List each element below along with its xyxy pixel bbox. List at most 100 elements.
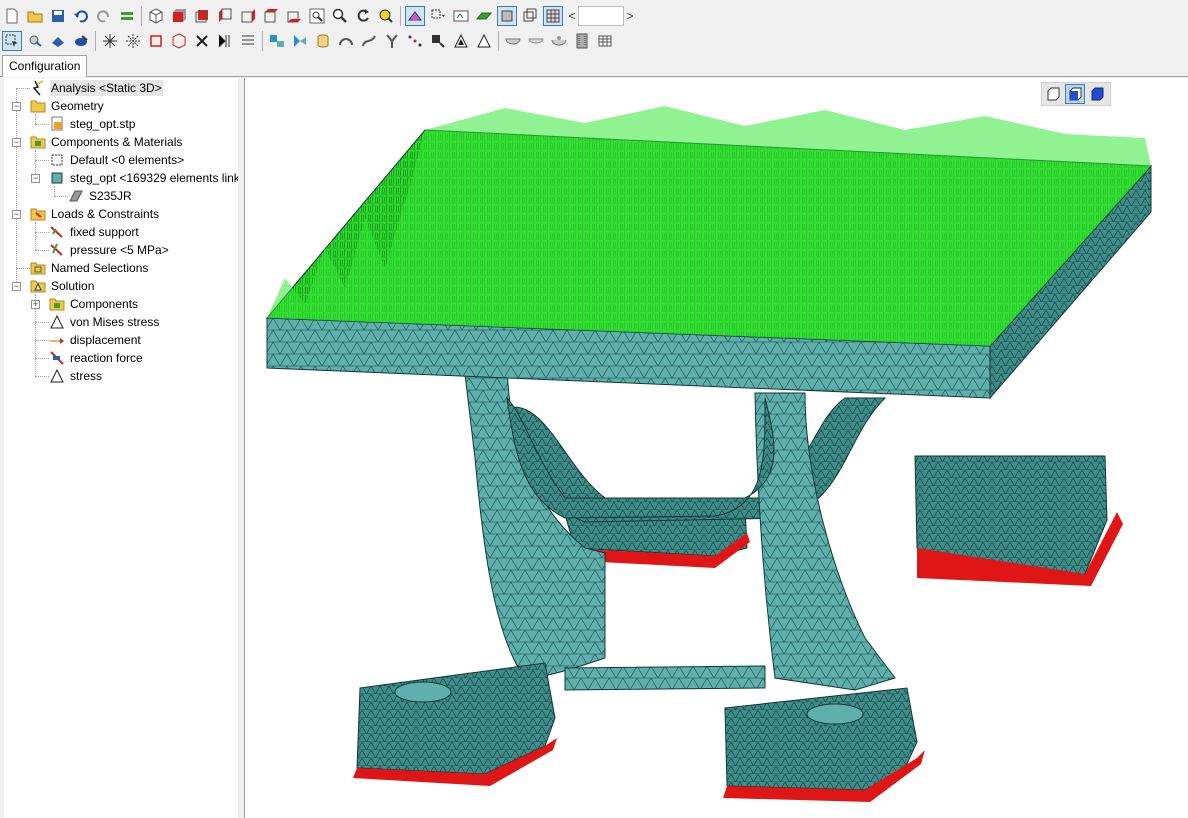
tree-label: displacement [70, 333, 141, 347]
pick-body-icon[interactable] [71, 31, 91, 51]
shaded-icon[interactable] [497, 6, 517, 26]
viewport-3d[interactable] [244, 78, 1188, 818]
film-icon[interactable] [572, 31, 592, 51]
tree-line [35, 322, 49, 323]
new-file-icon[interactable] [2, 6, 22, 26]
tree-item-fixed-support[interactable]: fixed support [49, 223, 140, 241]
select-pointer-icon[interactable] [2, 31, 22, 51]
cylinder-icon[interactable] [313, 31, 333, 51]
rectangle-icon[interactable] [146, 31, 166, 51]
view-right-icon[interactable] [238, 6, 258, 26]
cut-icon[interactable] [290, 31, 310, 51]
expander-solution-components[interactable]: + [31, 300, 40, 309]
arc-icon[interactable] [336, 31, 356, 51]
reaction-force-icon [49, 350, 65, 366]
front-crossbeam [564, 665, 766, 691]
open-folder-icon[interactable] [25, 6, 45, 26]
view-left-icon[interactable] [215, 6, 235, 26]
dish-icon[interactable] [526, 31, 546, 51]
tree-item-stress[interactable]: stress [49, 367, 103, 385]
tree-item-analysis[interactable]: Analysis <Static 3D> [30, 79, 163, 97]
fixed-icon[interactable] [428, 31, 448, 51]
view-back-icon[interactable] [192, 6, 212, 26]
tree-item-solution[interactable]: Solution [30, 277, 95, 295]
merge-icon[interactable] [215, 31, 235, 51]
front-right-bolt-hole [806, 703, 864, 725]
tree-item-components[interactable]: Components & Materials [30, 133, 183, 151]
tree-line [35, 358, 49, 359]
separator [95, 31, 96, 51]
component-outline-icon [49, 152, 65, 168]
tree-item-von-mises[interactable]: von Mises stress [49, 313, 160, 331]
view-iso-icon[interactable] [146, 6, 166, 26]
select-mode-icon[interactable] [405, 6, 425, 26]
solution-folder-icon [30, 278, 46, 294]
nav-next-arrow[interactable]: > [624, 9, 636, 23]
layers-icon[interactable] [117, 6, 137, 26]
tree-item-material[interactable]: S235JR [68, 187, 133, 205]
expander-loads[interactable]: − [12, 210, 21, 219]
path-icon[interactable] [359, 31, 379, 51]
components-folder-icon [30, 134, 46, 150]
surface-icon[interactable] [474, 6, 494, 26]
tree-item-named-selections[interactable]: Named Selections [30, 259, 149, 277]
branch-icon[interactable] [382, 31, 402, 51]
expander-steg[interactable]: − [31, 174, 40, 183]
grid-table-icon[interactable] [595, 31, 615, 51]
triangle-outline-icon[interactable] [474, 31, 494, 51]
points-icon[interactable] [405, 31, 425, 51]
tab-bar: Configuration [0, 54, 1188, 77]
pick-face-icon[interactable] [48, 31, 68, 51]
mesh-icon[interactable] [543, 6, 563, 26]
view-outline-icon[interactable] [1043, 84, 1063, 104]
screenshot-icon[interactable] [451, 6, 471, 26]
view-top-icon[interactable] [261, 6, 281, 26]
zoom-window-icon[interactable] [307, 6, 327, 26]
tree-item-steg-component[interactable]: steg_opt <169329 elements linke [49, 169, 238, 187]
tree-line [35, 114, 36, 124]
expander-geometry[interactable]: − [12, 102, 21, 111]
tree-line [16, 268, 30, 269]
tree-item-solution-components[interactable]: Components [49, 295, 139, 313]
view-front-icon[interactable] [169, 6, 189, 26]
tree-item-loads[interactable]: Loads & Constraints [30, 205, 160, 223]
cube-outline-icon[interactable] [169, 31, 189, 51]
nav-slider-field[interactable] [578, 6, 624, 26]
nav-prev-arrow[interactable]: < [566, 9, 578, 23]
expander-components[interactable]: − [12, 138, 21, 147]
expander-solution[interactable]: − [12, 282, 21, 291]
tree-item-geometry[interactable]: Geometry [30, 97, 105, 115]
assign-icon[interactable] [267, 31, 287, 51]
separator [262, 31, 263, 51]
tree-item-reaction-force[interactable]: reaction force [49, 349, 144, 367]
wireframe-icon[interactable] [520, 6, 540, 26]
fit-view-icon[interactable] [376, 6, 396, 26]
tree-label: Named Selections [51, 261, 149, 275]
rotate-icon[interactable] [353, 6, 373, 26]
star-burst-icon[interactable] [100, 31, 120, 51]
tree-item-geometry-file[interactable]: steg_opt.stp [49, 115, 136, 133]
view-solid-icon[interactable] [1087, 84, 1107, 104]
bowl-icon[interactable] [503, 31, 523, 51]
dish-2-icon[interactable] [549, 31, 569, 51]
view-shaded-icon[interactable] [1065, 84, 1085, 104]
tab-configuration[interactable]: Configuration [2, 55, 88, 77]
tree-item-displacement[interactable]: displacement [49, 331, 142, 349]
tree-label: Components & Materials [51, 135, 183, 149]
undo-icon[interactable] [71, 6, 91, 26]
named-selections-icon [30, 260, 46, 276]
zoom-icon[interactable] [330, 6, 350, 26]
redo-icon[interactable] [94, 6, 114, 26]
select-dropdown-icon[interactable] [428, 6, 448, 26]
list-icon[interactable] [238, 31, 258, 51]
tree-line [35, 222, 36, 250]
split-icon[interactable] [123, 31, 143, 51]
view-bottom-icon[interactable] [284, 6, 304, 26]
save-icon[interactable] [48, 6, 68, 26]
pick-node-icon[interactable] [25, 31, 45, 51]
tree-item-pressure[interactable]: pressure <5 MPa> [49, 241, 170, 259]
tree-item-default-component[interactable]: Default <0 elements> [49, 151, 185, 169]
cross-icon[interactable] [192, 31, 212, 51]
triangle-filled-icon[interactable] [451, 31, 471, 51]
separator [141, 6, 142, 26]
